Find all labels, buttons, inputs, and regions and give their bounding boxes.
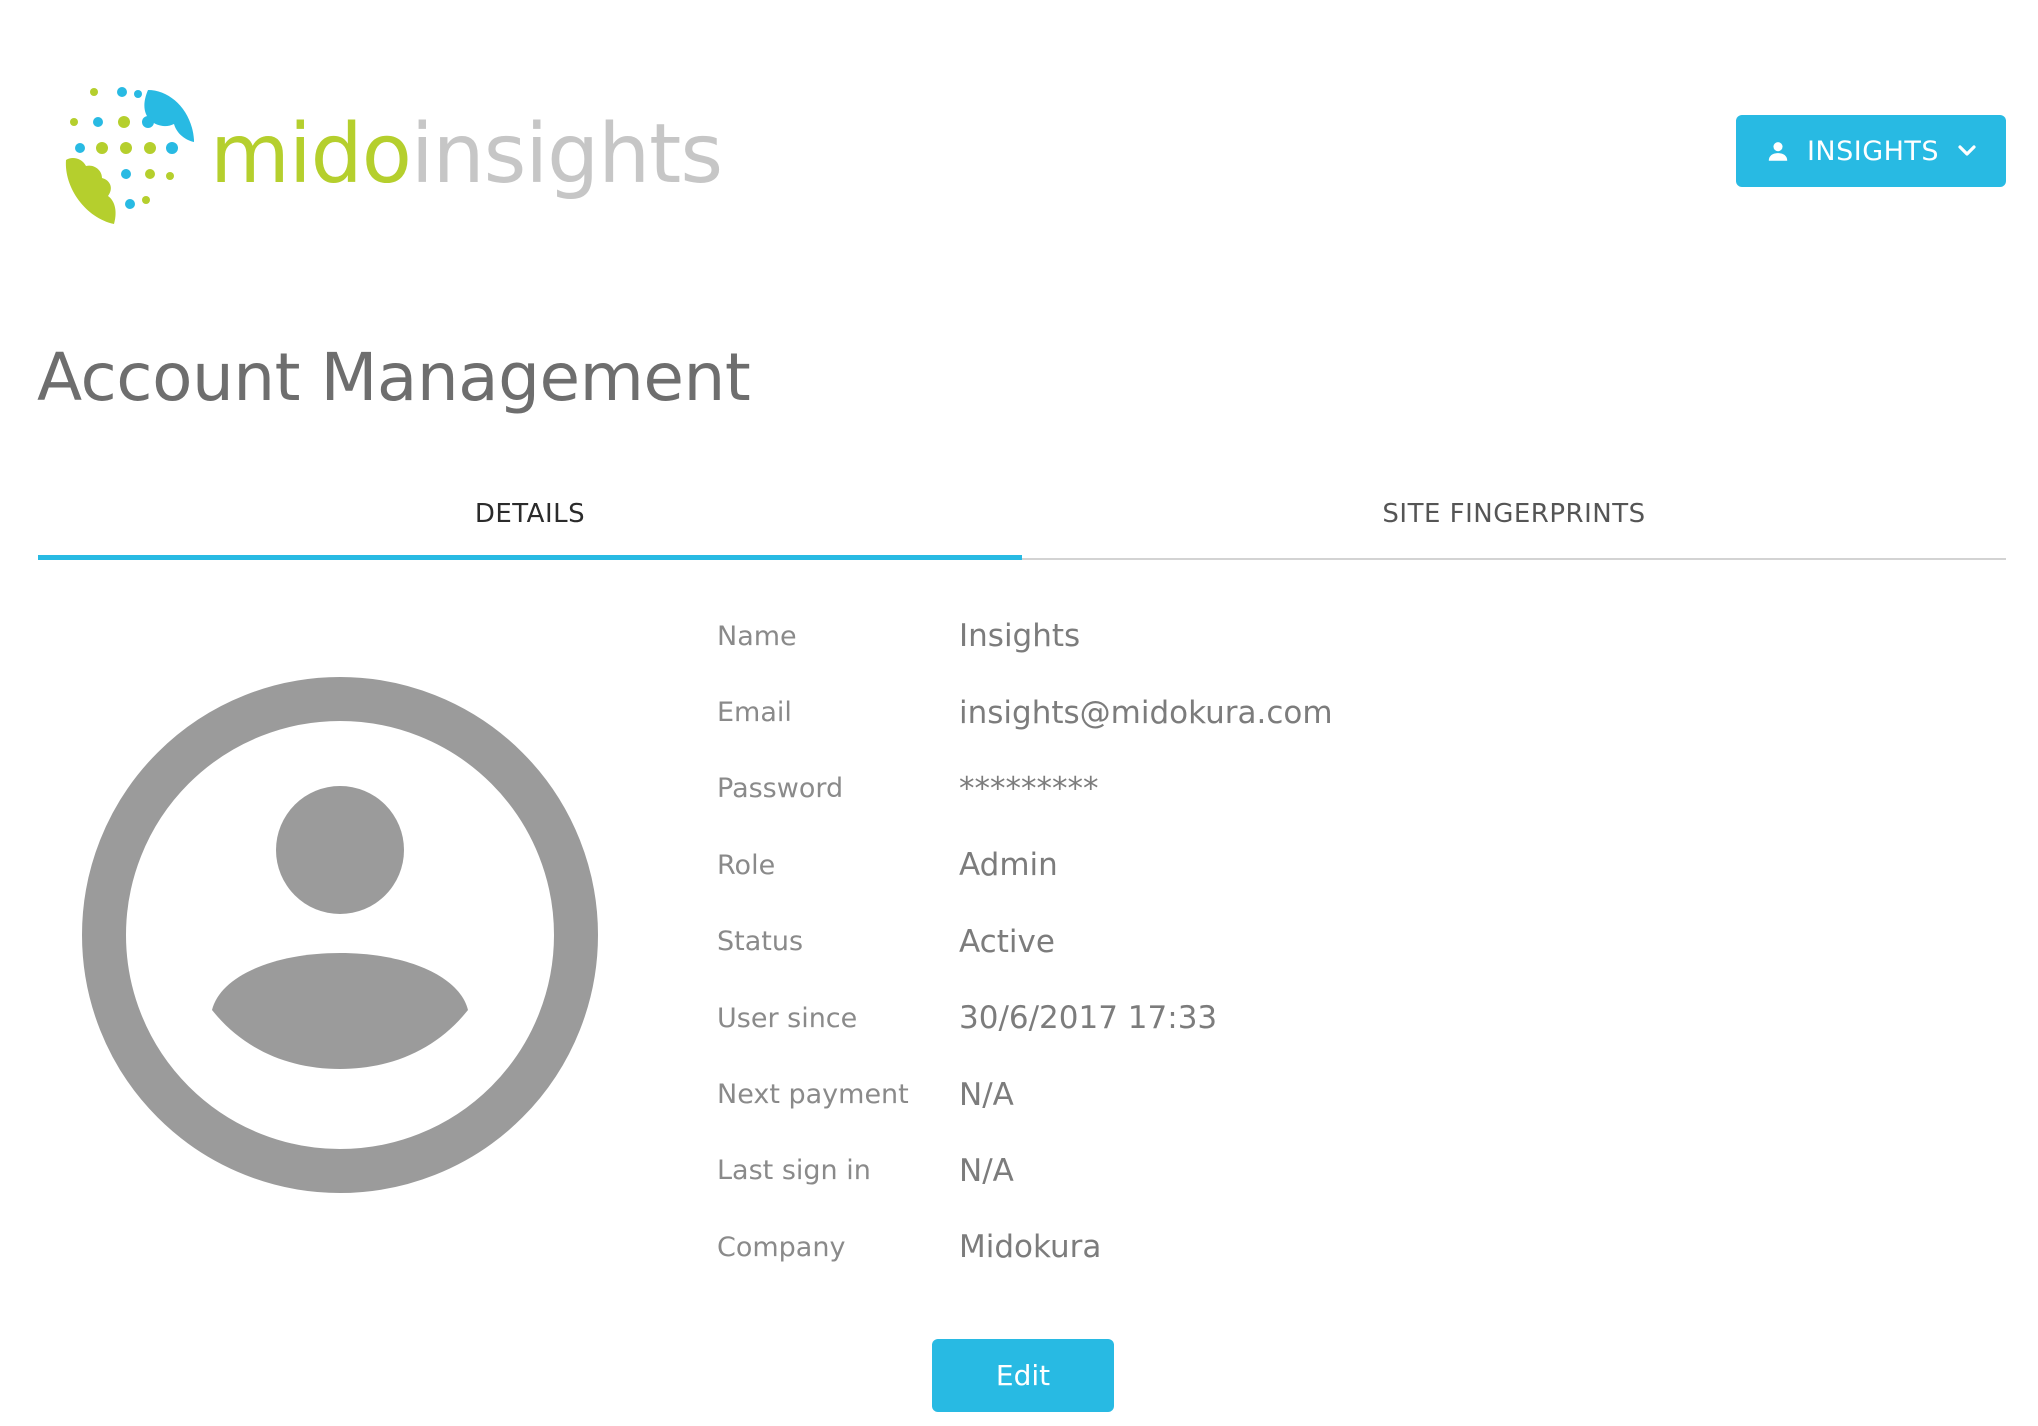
edit-button[interactable]: Edit [932,1339,1114,1412]
detail-label: Last sign in [717,1155,871,1187]
tab-site-fingerprints[interactable]: SITE FINGERPRINTS [1022,470,2006,558]
person-icon [1765,138,1791,164]
detail-row-role: Role Admin [717,827,1333,903]
detail-row-status: Status Active [717,904,1333,980]
detail-label: Password [717,773,844,805]
detail-value: insights@midokura.com [959,694,1333,731]
user-menu-button[interactable]: INSIGHTS [1736,115,2006,187]
detail-value: Insights [959,618,1081,655]
detail-value: N/A [959,1152,1014,1189]
detail-row-company: Company Midokura [717,1209,1333,1285]
account-details: Name Insights Email insights@midokura.co… [717,598,1333,1286]
detail-row-email: Email insights@midokura.com [717,674,1333,750]
logo-wordmark: midoinsights [210,114,723,196]
detail-label: Email [717,697,792,729]
detail-label: Role [717,849,776,881]
detail-label: User since [717,1002,858,1034]
logo-wordmark-insights: insights [410,107,723,202]
tab-bar: DETAILS SITE FINGERPRINTS [38,470,2006,560]
detail-label: Status [717,926,804,958]
detail-value: Admin [959,847,1058,884]
detail-label: Next payment [717,1079,909,1111]
detail-value: Active [959,923,1055,960]
detail-value: Midokura [959,1229,1102,1266]
page-title: Account Management [37,339,751,416]
detail-row-next-payment: Next payment N/A [717,1056,1333,1132]
account-circle-icon [82,677,598,1193]
detail-value: ********* [959,770,1099,807]
chevron-down-icon [1957,144,1977,158]
user-menu-label: INSIGHTS [1806,135,1940,167]
detail-label: Name [717,620,797,652]
detail-value: N/A [959,1076,1014,1113]
logo-wordmark-mido: mido [210,107,412,202]
detail-row-user-since: User since 30/6/2017 17:33 [717,980,1333,1056]
detail-label: Company [717,1231,846,1263]
tab-details[interactable]: DETAILS [38,470,1022,560]
logo-mark-icon [65,87,194,224]
mido-insights-logo[interactable]: midoinsights [52,80,723,230]
detail-row-password: Password ********* [717,751,1333,827]
detail-value: 30/6/2017 17:33 [959,1000,1218,1037]
account-page: midoinsights INSIGHTS Account Management… [0,0,2038,1426]
detail-row-last-sign-in: Last sign in N/A [717,1133,1333,1209]
detail-row-name: Name Insights [717,598,1333,674]
